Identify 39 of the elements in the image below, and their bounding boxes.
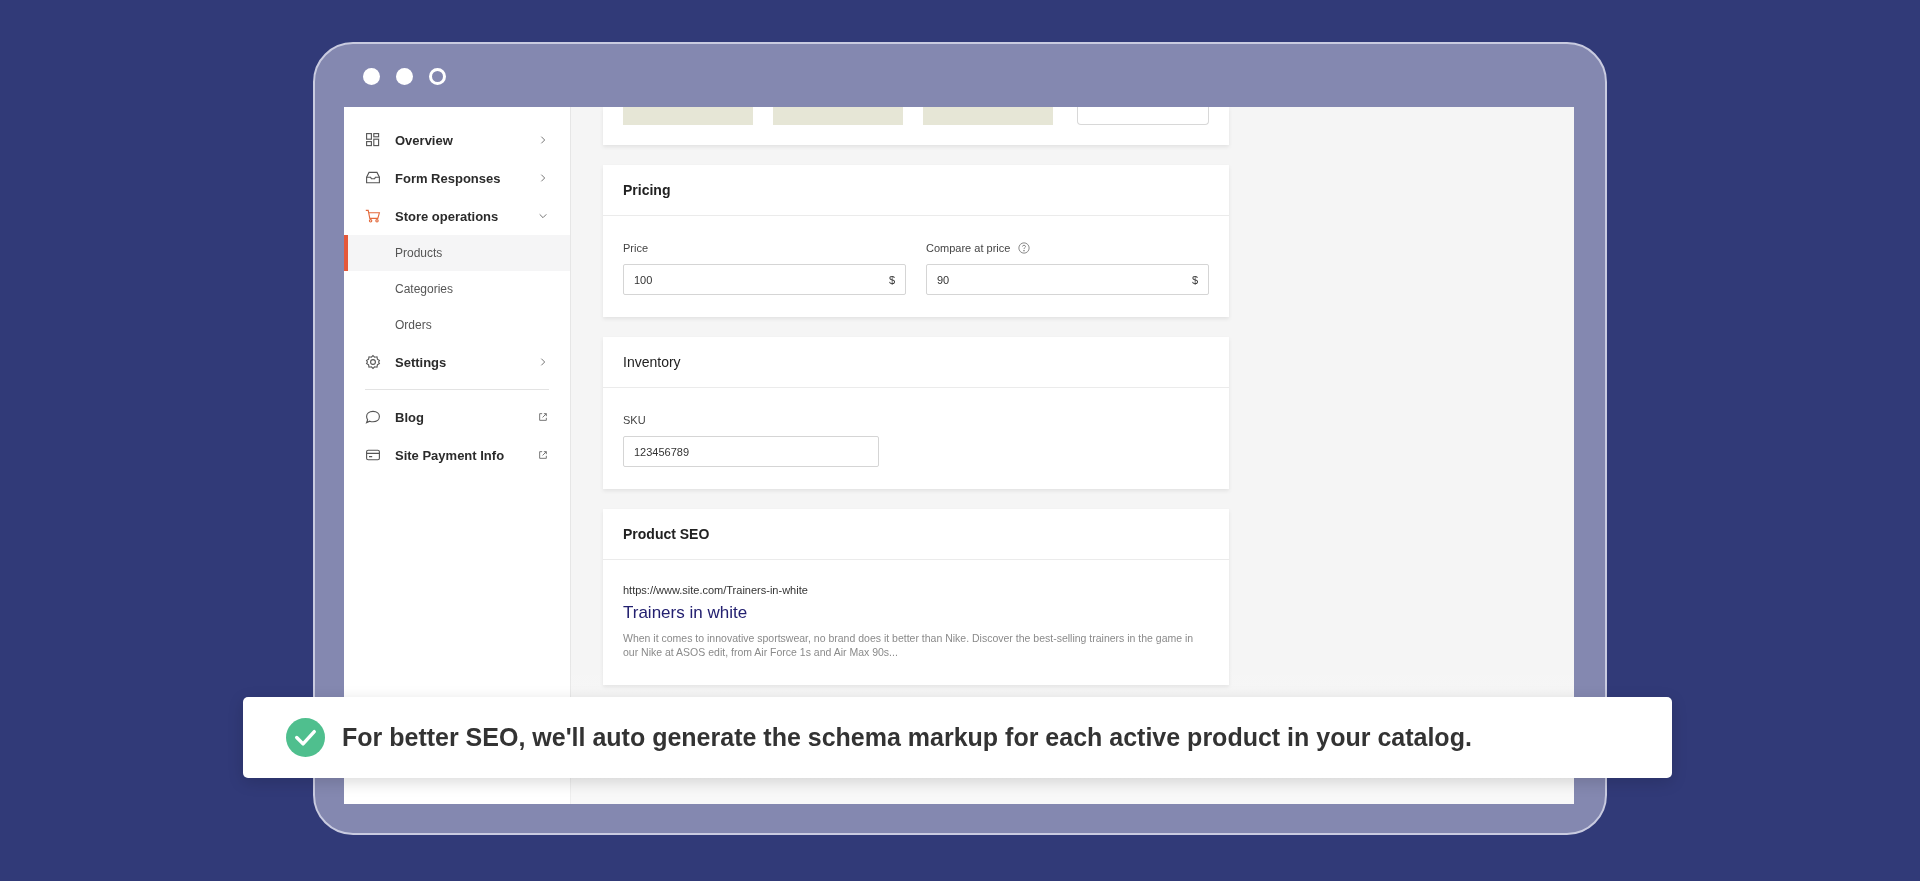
seo-url: https://www.site.com/Trainers-in-white bbox=[623, 584, 809, 596]
external-link-icon bbox=[538, 412, 548, 422]
field-label: Compare at price bbox=[926, 242, 1011, 254]
sidebar-item[interactable]: Blog bbox=[344, 398, 570, 436]
sidebar-subitem[interactable]: Categories bbox=[344, 271, 570, 307]
price-field[interactable]: 90 $ bbox=[926, 264, 1209, 295]
upload-area[interactable] bbox=[1077, 107, 1209, 125]
card-title: Pricing bbox=[623, 182, 671, 198]
window-dot-icon bbox=[363, 68, 380, 85]
seo-title-link[interactable]: Trainers in white bbox=[623, 603, 1209, 623]
window-dot-icon bbox=[396, 68, 413, 85]
price-field[interactable]: 100 $ bbox=[623, 264, 906, 295]
card-title: Product SEO bbox=[623, 526, 710, 542]
sidebar-item[interactable]: Form Responses bbox=[344, 159, 570, 197]
seo-description: When it comes to innovative sportswear, no brand does it better than Nike. Discover the best-selling trainers in the game in our Nike at ASOS edit, from Air Force 1s and Air Max 90s... bbox=[623, 631, 1195, 659]
chat-bubble-icon bbox=[365, 409, 381, 425]
sidebar-item[interactable]: Store operations bbox=[344, 197, 570, 235]
sidebar-subitem[interactable]: Products bbox=[344, 235, 570, 271]
chevron-right-icon bbox=[538, 135, 548, 145]
field-label: SKU bbox=[623, 414, 646, 426]
credit-card-icon bbox=[365, 447, 381, 463]
sku-field[interactable]: 123456789 bbox=[623, 436, 879, 467]
sidebar-item[interactable]: Overview bbox=[344, 121, 570, 159]
sidebar-subitem[interactable]: Orders bbox=[344, 307, 570, 343]
cart-icon bbox=[365, 208, 381, 224]
window-dot-icon bbox=[429, 68, 446, 85]
inbox-icon bbox=[365, 170, 381, 186]
settings-icon bbox=[365, 354, 381, 370]
grid-icon bbox=[365, 132, 381, 148]
external-link-icon bbox=[538, 450, 548, 460]
help-icon bbox=[1018, 242, 1031, 254]
check-circle-icon bbox=[286, 718, 325, 757]
chevron-down-icon bbox=[538, 211, 548, 221]
card-title: Inventory bbox=[623, 354, 681, 370]
chevron-right-icon bbox=[538, 357, 548, 367]
chevron-right-icon bbox=[538, 173, 548, 183]
sidebar-item[interactable]: Site Payment Info bbox=[344, 436, 570, 474]
toast-message: For better SEO, we'll auto generate the schema markup for each active product in your catalog. bbox=[342, 723, 1472, 752]
field-label: Price bbox=[623, 242, 649, 254]
